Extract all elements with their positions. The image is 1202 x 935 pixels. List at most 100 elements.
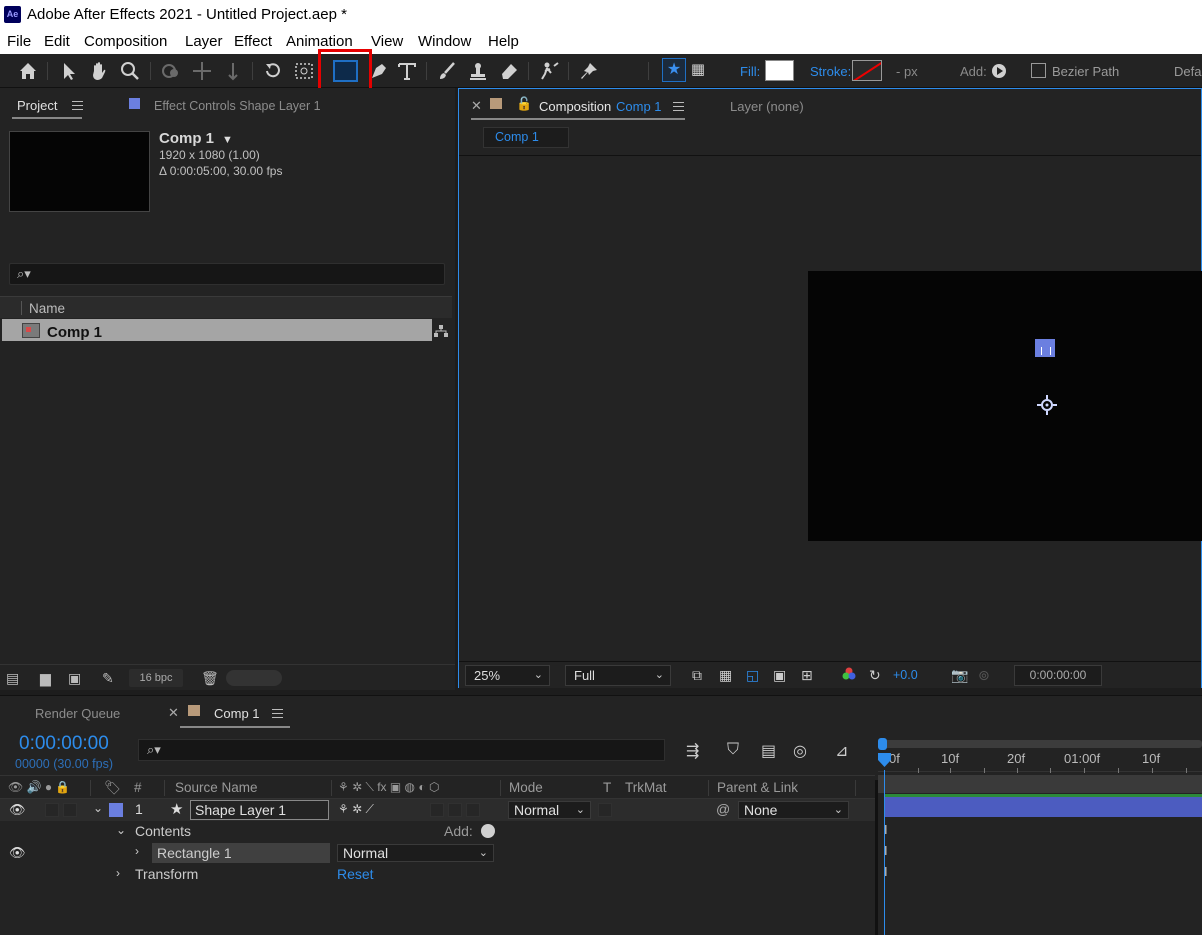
contents-add-icon[interactable]: [481, 824, 495, 838]
hand-tool-icon[interactable]: [88, 60, 110, 82]
search-icon[interactable]: ⌕▾: [147, 742, 161, 758]
layer-name[interactable]: Shape Layer 1: [195, 802, 286, 818]
exposure-value[interactable]: +0.0: [893, 668, 918, 682]
breadcrumb[interactable]: Comp 1: [483, 127, 569, 148]
switch-box[interactable]: [448, 803, 462, 817]
project-menu-icon[interactable]: [72, 101, 83, 110]
column-number[interactable]: #: [134, 780, 142, 795]
stroke-label[interactable]: Stroke:: [810, 64, 851, 79]
search-icon[interactable]: ⌕▾: [17, 266, 31, 282]
motion-blur-icon[interactable]: ◎: [793, 741, 807, 761]
column-t[interactable]: T: [603, 780, 611, 795]
switch-box[interactable]: [466, 803, 480, 817]
clone-stamp-icon[interactable]: [467, 60, 489, 82]
bezier-path-checkbox[interactable]: [1031, 63, 1046, 78]
parent-dropdown[interactable]: None ⌄: [738, 801, 849, 819]
graph-editor-icon[interactable]: ⊿: [835, 741, 848, 761]
new-folder-icon[interactable]: ▆: [40, 670, 51, 687]
timeline-menu-icon[interactable]: [272, 709, 283, 718]
close-icon[interactable]: ✕: [471, 98, 482, 114]
preserve-transparency-toggle[interactable]: [598, 803, 612, 817]
puppet-pin-icon[interactable]: [578, 60, 600, 82]
grid-guides-icon[interactable]: ⊞: [801, 667, 813, 684]
roto-brush-icon[interactable]: [538, 60, 560, 82]
hide-shy-layers-icon[interactable]: ▤: [761, 741, 776, 761]
show-snapshot-icon[interactable]: ⊚: [978, 667, 990, 684]
column-source-name[interactable]: Source Name: [175, 780, 258, 795]
menu-animation[interactable]: Animation: [286, 33, 353, 50]
brush-tool-icon[interactable]: [436, 60, 458, 82]
column-name[interactable]: Name: [29, 301, 65, 316]
layer-duration-bar[interactable]: [884, 797, 1202, 817]
rectangle-label[interactable]: Rectangle 1: [157, 845, 232, 861]
timeline-search-input[interactable]: ⌕▾: [138, 739, 665, 761]
fast-previews-icon[interactable]: ⧉: [692, 667, 702, 684]
parent-pickwhip-icon[interactable]: @: [716, 801, 730, 817]
label-icon[interactable]: 🏷: [104, 780, 121, 796]
switch-box[interactable]: [430, 803, 444, 817]
switches-icons[interactable]: ⚘ ✲ ⟍ fx ▣ ◍ ◐ ⬡: [338, 780, 439, 795]
menu-composition[interactable]: Composition: [84, 33, 167, 50]
time-ruler[interactable]: 0f 10f 20f 01:00f 10f: [878, 750, 1202, 773]
column-parent-link[interactable]: Parent & Link: [717, 780, 798, 795]
project-search-input[interactable]: ⌕▾: [9, 263, 445, 285]
playhead-icon[interactable]: [878, 753, 891, 767]
fill-color-swatch[interactable]: [765, 60, 794, 81]
eye-icon[interactable]: 👁: [9, 845, 26, 861]
current-time-display[interactable]: 0:00:00:00: [19, 733, 109, 755]
checkerboard-icon[interactable]: ▦: [688, 61, 708, 79]
tab-composition[interactable]: Composition: [539, 99, 611, 114]
bit-depth-button[interactable]: 16 bpc: [129, 669, 183, 687]
mask-visibility-icon[interactable]: ◱: [746, 667, 759, 684]
pan-behind-icon[interactable]: [293, 60, 315, 82]
transform-row[interactable]: › Transform Reset: [0, 864, 875, 885]
star-icon[interactable]: ★: [662, 58, 686, 82]
magnification-dropdown[interactable]: 25% ⌄: [465, 665, 550, 686]
rectangle-tool-icon[interactable]: [333, 60, 358, 82]
anchor-point-icon[interactable]: [1037, 395, 1057, 415]
rectangle-row[interactable]: 👁 › Rectangle 1 Normal ⌄: [0, 842, 875, 864]
layer-row[interactable]: 👁 ⌄ 1 ★ Shape Layer 1 ⚘ ✲ ⟋ Normal ⌄ @ No…: [0, 799, 875, 821]
rotation-tool-icon[interactable]: [262, 60, 284, 82]
eye-icon[interactable]: 👁: [9, 802, 26, 818]
composition-menu-icon[interactable]: [673, 102, 684, 111]
menu-edit[interactable]: Edit: [44, 33, 70, 50]
composition-canvas[interactable]: [808, 271, 1202, 541]
menu-help[interactable]: Help: [488, 33, 519, 50]
stroke-color-swatch[interactable]: [852, 60, 882, 81]
eraser-tool-icon[interactable]: [498, 60, 520, 82]
composition-mini-flowchart-icon[interactable]: ⇶: [686, 741, 699, 761]
layer-switches-icons[interactable]: ⚘ ✲ ⟋: [338, 802, 374, 817]
stroke-width-value[interactable]: - px: [896, 64, 918, 79]
work-area-bar[interactable]: [882, 740, 1202, 748]
shape-layer-handle[interactable]: [1035, 339, 1055, 357]
menu-window[interactable]: Window: [418, 33, 471, 50]
tab-project[interactable]: Project: [17, 98, 57, 113]
rectangle-mode-dropdown[interactable]: Normal ⌄: [337, 844, 494, 862]
snapshot-icon[interactable]: 📷: [951, 667, 968, 684]
adjust-icon[interactable]: ✎: [102, 670, 114, 687]
column-trkmat[interactable]: TrkMat: [625, 780, 667, 795]
type-tool-icon[interactable]: [396, 60, 418, 82]
reset-exposure-icon[interactable]: ↻: [869, 667, 881, 684]
triangle-down-icon[interactable]: ▼: [222, 134, 233, 146]
audio-toggle[interactable]: [45, 803, 59, 817]
selection-tool-icon[interactable]: [58, 60, 80, 82]
list-item-name[interactable]: Comp 1: [47, 324, 102, 341]
tab-render-queue[interactable]: Render Queue: [35, 706, 120, 721]
layer-mode-dropdown[interactable]: Normal ⌄: [508, 801, 591, 819]
lock-icon[interactable]: 🔓: [516, 96, 532, 112]
close-icon[interactable]: ✕: [168, 705, 179, 721]
trash-icon[interactable]: 🗑: [201, 670, 219, 687]
solo-toggle[interactable]: [63, 803, 77, 817]
chevron-right-icon[interactable]: ›: [135, 844, 139, 858]
chevron-down-icon[interactable]: ⌄: [116, 823, 126, 837]
workspace-default-label[interactable]: Defa: [1174, 64, 1201, 79]
draft-3d-icon[interactable]: ⛉: [727, 741, 739, 759]
fill-label[interactable]: Fill:: [740, 64, 760, 79]
new-composition-icon[interactable]: ▣: [68, 670, 81, 687]
add-menu-icon[interactable]: [992, 64, 1006, 78]
resolution-dropdown[interactable]: Full ⌄: [565, 665, 671, 686]
zoom-tool-icon[interactable]: [119, 60, 141, 82]
tab-comp-1[interactable]: Comp 1: [214, 706, 260, 721]
